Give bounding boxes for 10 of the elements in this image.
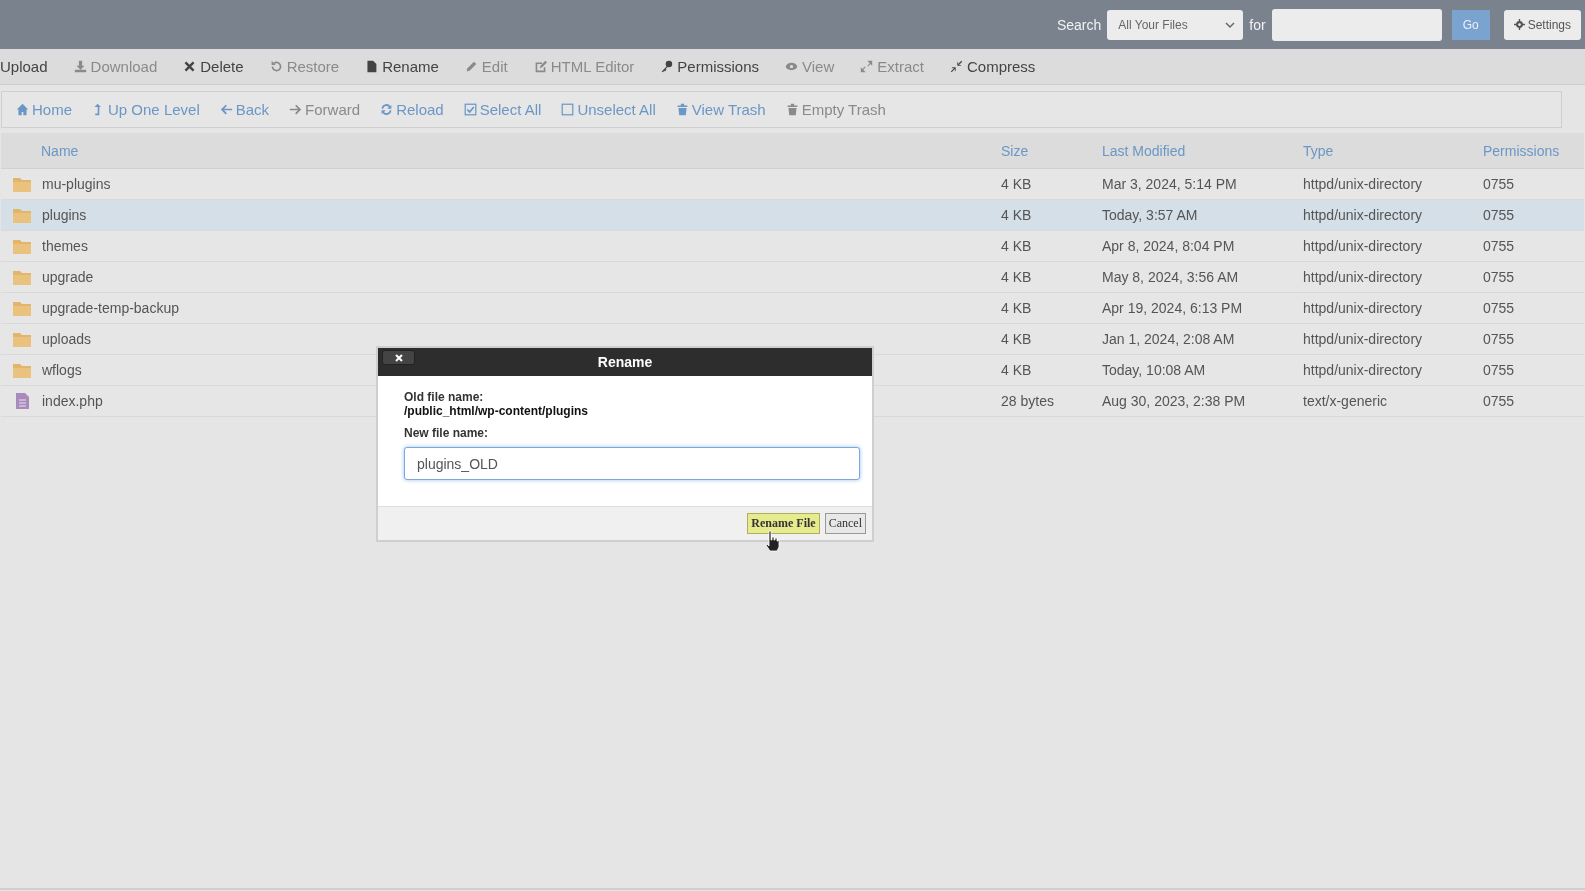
size-cell: 4 KB	[1001, 200, 1102, 231]
dialog-title: Rename	[597, 354, 653, 370]
old-name-value: /public_html/wp-content/plugins	[404, 404, 589, 418]
for-label: for	[1249, 16, 1266, 33]
search-label: Search	[1056, 16, 1102, 33]
new-name-label: New file name:	[404, 426, 490, 440]
old-name-label: Old file name:	[404, 390, 485, 404]
permissions-cell: 0755	[1483, 200, 1584, 231]
modified-cell: Today, 3:57 AM	[1102, 200, 1303, 231]
type-cell: httpd/unix-directory	[1303, 200, 1483, 231]
